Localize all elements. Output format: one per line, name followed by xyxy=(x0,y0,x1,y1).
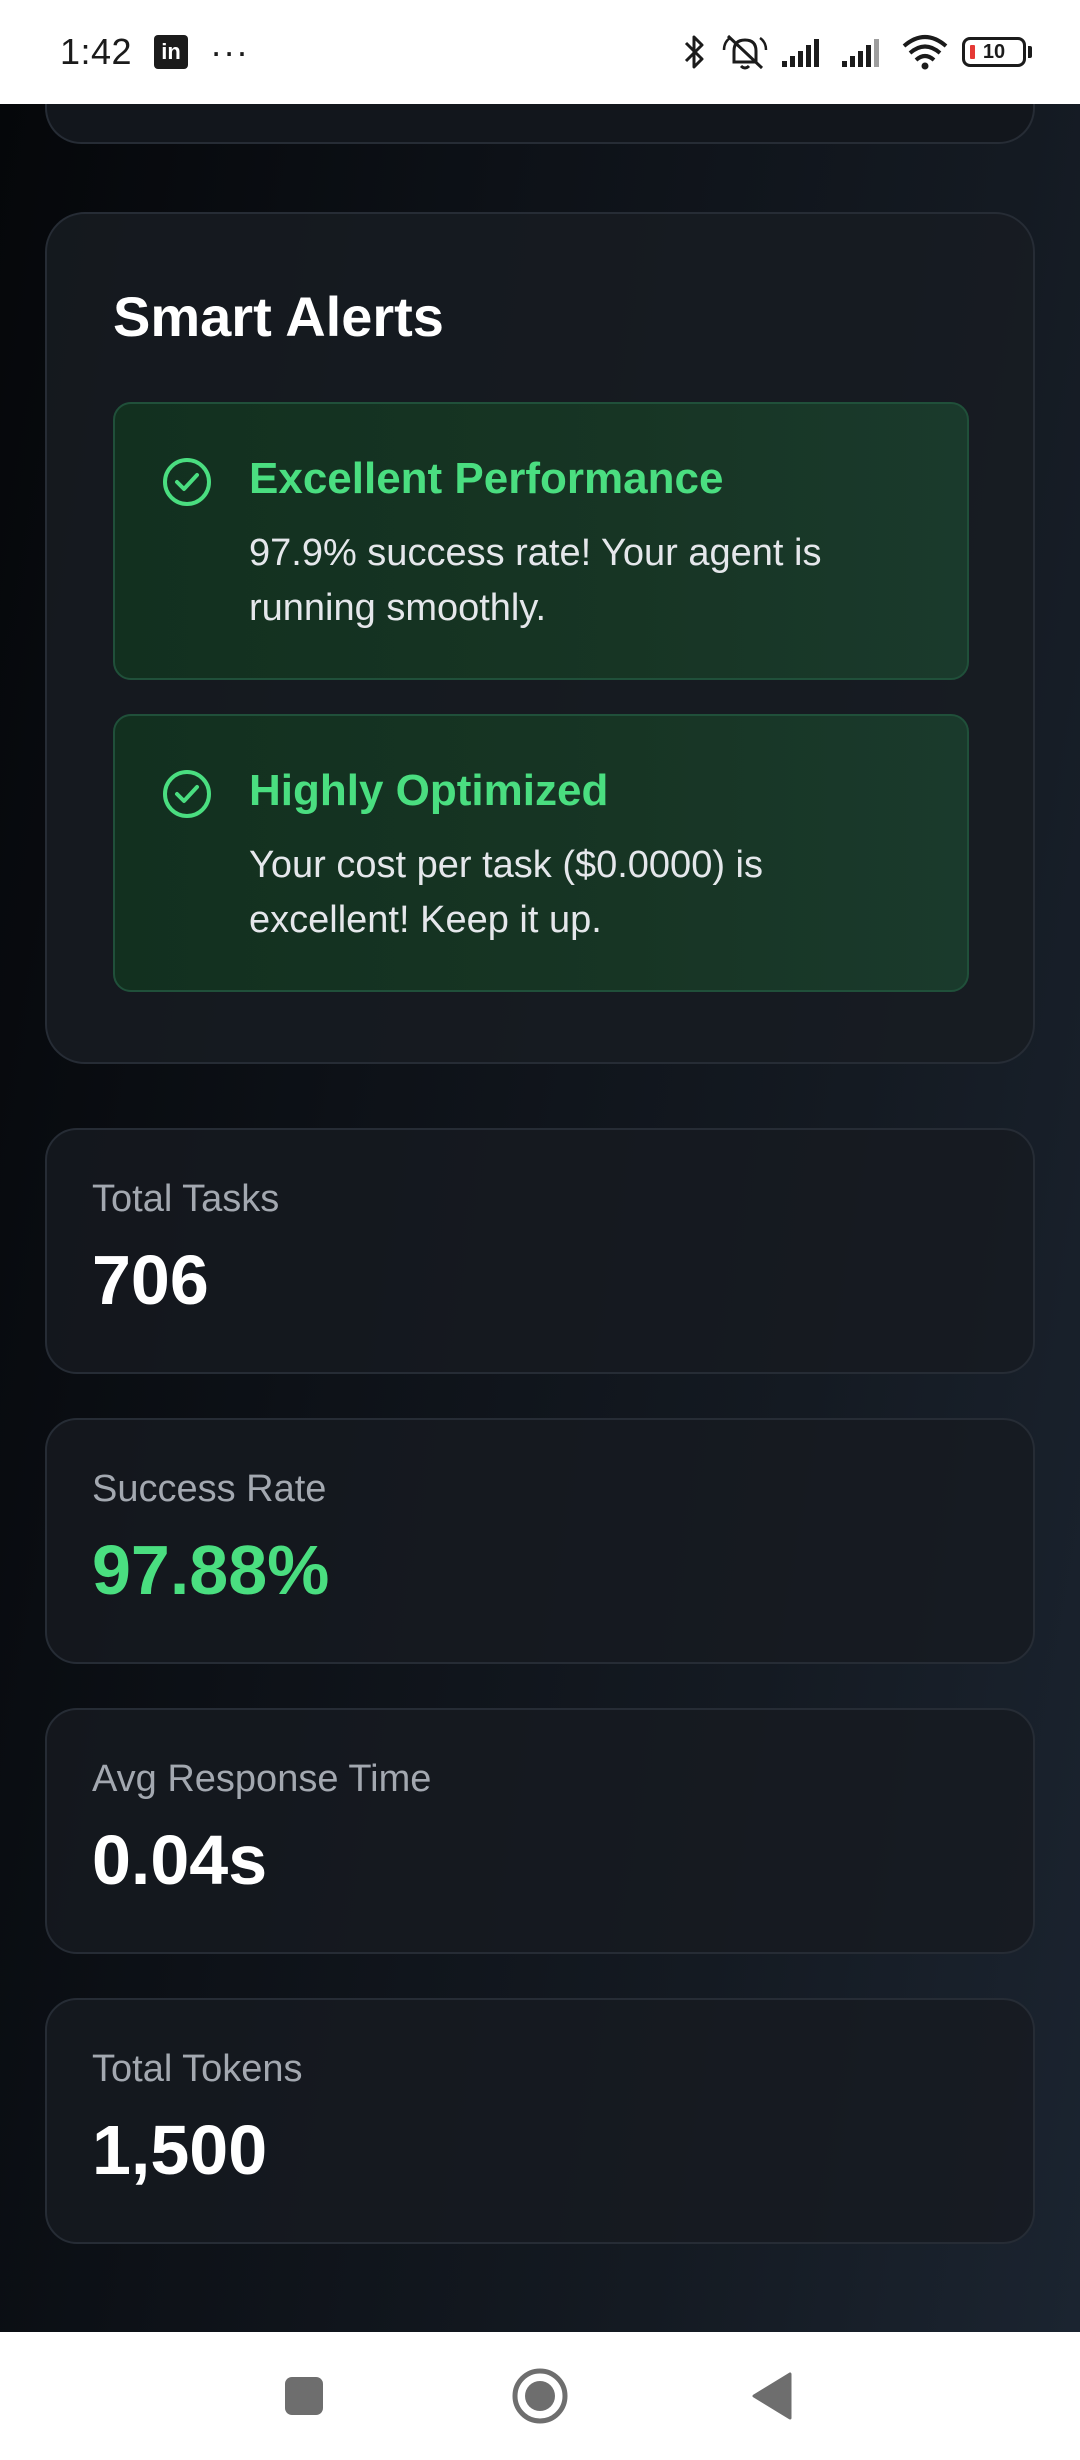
alert-message: 97.9% success rate! Your agent is runnin… xyxy=(249,532,822,629)
battery-level: 10 xyxy=(982,40,1006,63)
signal-icon xyxy=(782,39,819,67)
status-time: 1:42 xyxy=(60,31,133,72)
smart-alerts-card: Smart Alerts Excellent Performance 97.9%… xyxy=(45,212,1035,1064)
status-bar-right: 10 xyxy=(682,32,1032,72)
stat-card-total-tasks: Total Tasks 706 xyxy=(45,1128,1035,1374)
stat-label: Total Tokens xyxy=(92,2048,303,2090)
back-button[interactable] xyxy=(740,2364,804,2428)
recents-icon xyxy=(285,2377,323,2415)
battery-icon: 10 xyxy=(962,37,1032,67)
stat-value: 706 xyxy=(92,1241,209,1319)
status-bar: 1:42 in ··· 10 xyxy=(0,0,1080,104)
stat-value: 0.04s xyxy=(92,1821,268,1899)
check-circle-icon xyxy=(163,458,211,506)
home-button[interactable] xyxy=(508,2364,572,2428)
more-icon: ··· xyxy=(210,31,250,72)
previous-card xyxy=(45,104,1035,144)
smart-alerts-title: Smart Alerts xyxy=(113,285,444,348)
home-icon xyxy=(512,2368,568,2424)
recents-button[interactable] xyxy=(272,2364,336,2428)
stat-value: 1,500 xyxy=(92,2111,268,2189)
alert-highly-optimized: Highly Optimized Your cost per task ($0.… xyxy=(113,714,969,992)
stat-value: 97.88% xyxy=(92,1531,330,1609)
stat-label: Total Tasks xyxy=(92,1178,280,1220)
stat-label: Success Rate xyxy=(92,1468,327,1510)
alert-heading: Excellent Performance xyxy=(249,454,724,503)
muted-bell-icon xyxy=(722,34,768,70)
stat-card-avg-response-time: Avg Response Time 0.04s xyxy=(45,1708,1035,1954)
status-bar-left: 1:42 in ··· xyxy=(60,31,249,73)
check-circle-icon xyxy=(163,770,211,818)
bluetooth-icon xyxy=(684,35,704,69)
alert-message: Your cost per task ($0.0000) is excellen… xyxy=(249,844,763,941)
wifi-icon xyxy=(902,35,948,70)
back-icon xyxy=(752,2372,792,2420)
stat-card-total-tokens: Total Tokens 1,500 xyxy=(45,1998,1035,2244)
stat-label: Avg Response Time xyxy=(92,1758,432,1800)
stat-card-success-rate: Success Rate 97.88% xyxy=(45,1418,1035,1664)
alert-heading: Highly Optimized xyxy=(249,766,609,815)
alert-excellent-performance: Excellent Performance 97.9% success rate… xyxy=(113,402,969,680)
linkedin-icon: in xyxy=(154,35,189,69)
navigation-bar xyxy=(0,2332,1080,2460)
signal-icon xyxy=(842,39,879,67)
dashboard-content[interactable]: Smart Alerts Excellent Performance 97.9%… xyxy=(0,104,1080,2332)
